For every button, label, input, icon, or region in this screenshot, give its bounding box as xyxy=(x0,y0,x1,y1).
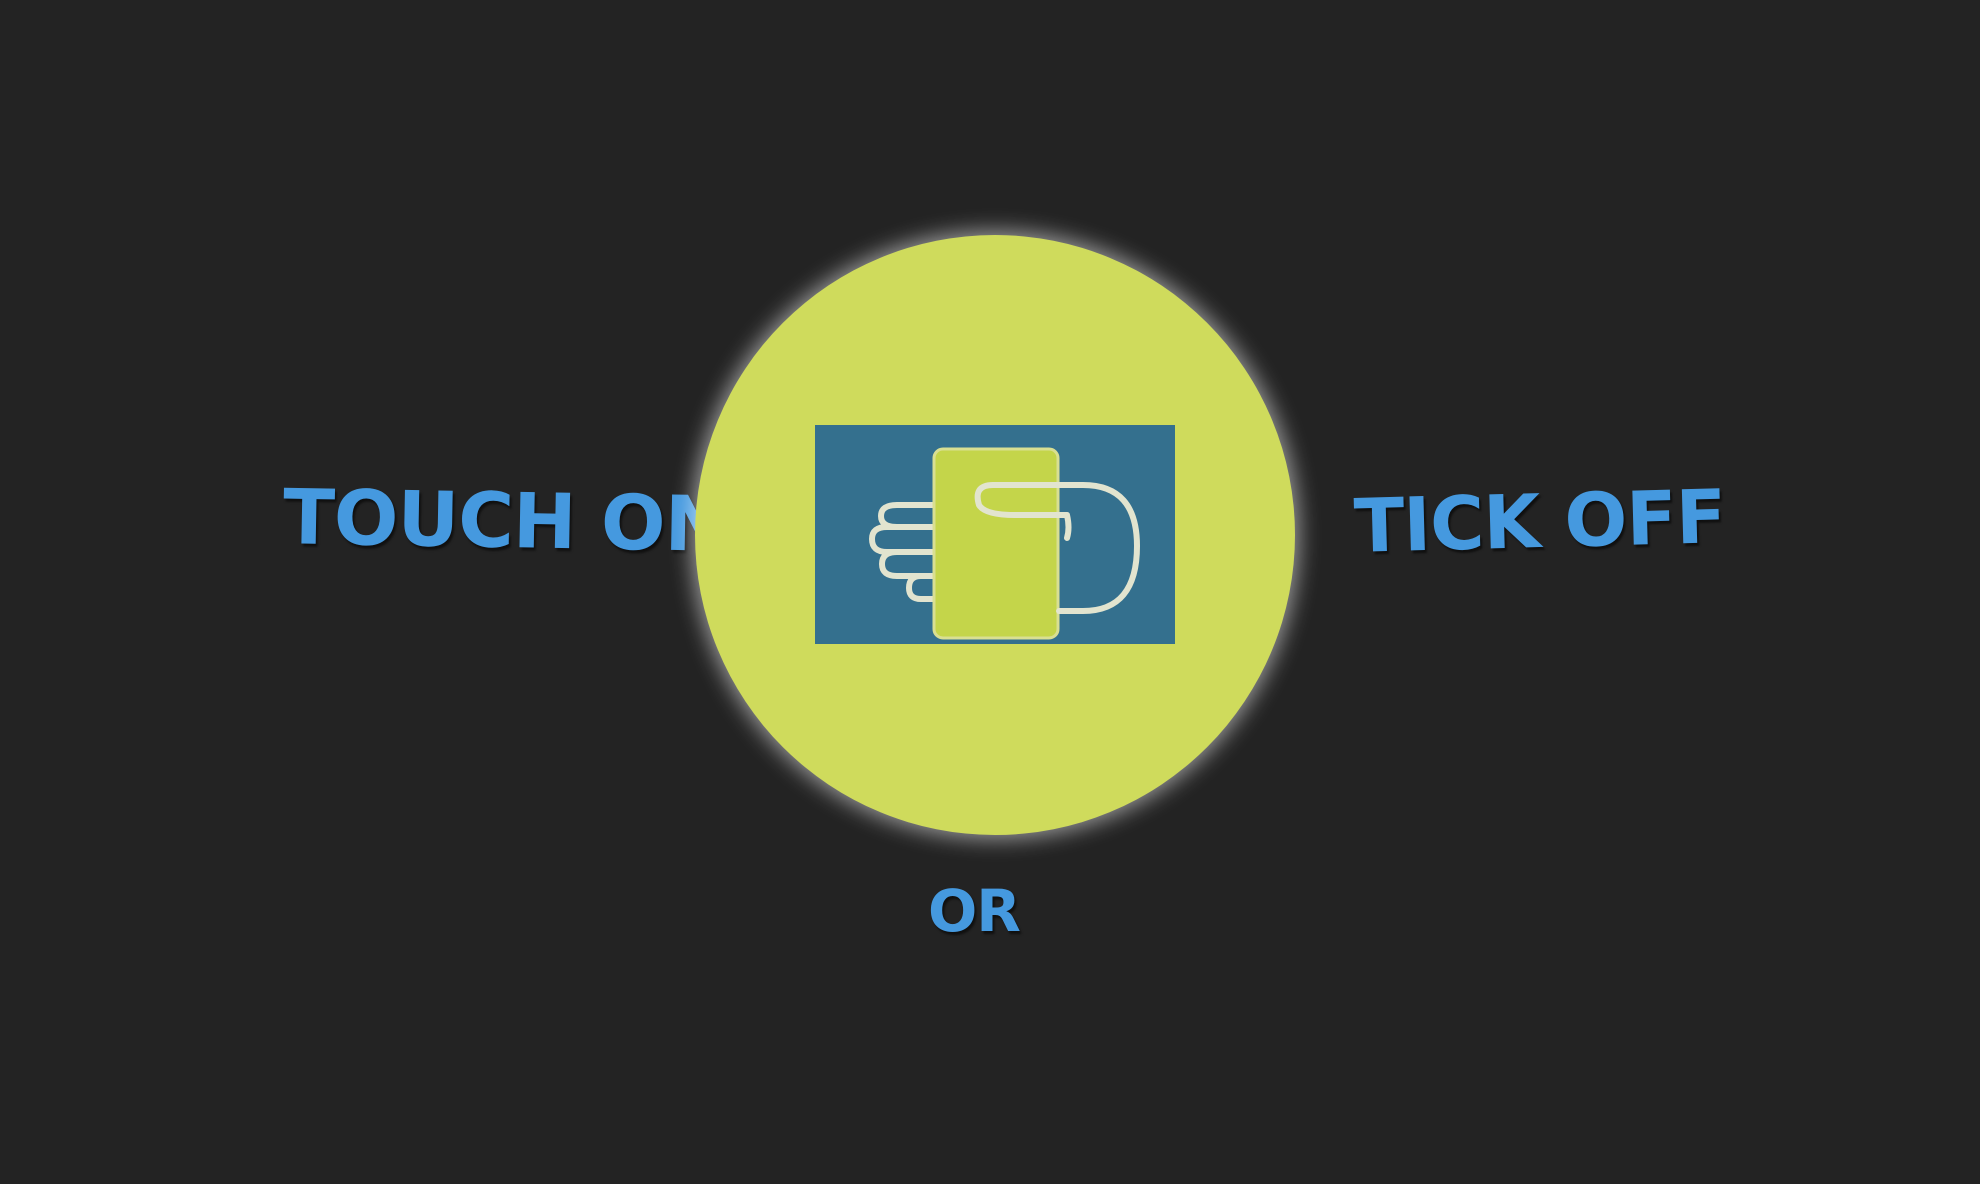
or-label: OR xyxy=(928,877,1021,945)
tick-off-label: TICK OFF xyxy=(1352,474,1727,570)
touch-on-label: TOUCH ON xyxy=(282,472,728,569)
hand-card-tap-icon xyxy=(815,425,1175,644)
screen: TOUCH ON TICK OFF OR xyxy=(0,0,1980,1184)
